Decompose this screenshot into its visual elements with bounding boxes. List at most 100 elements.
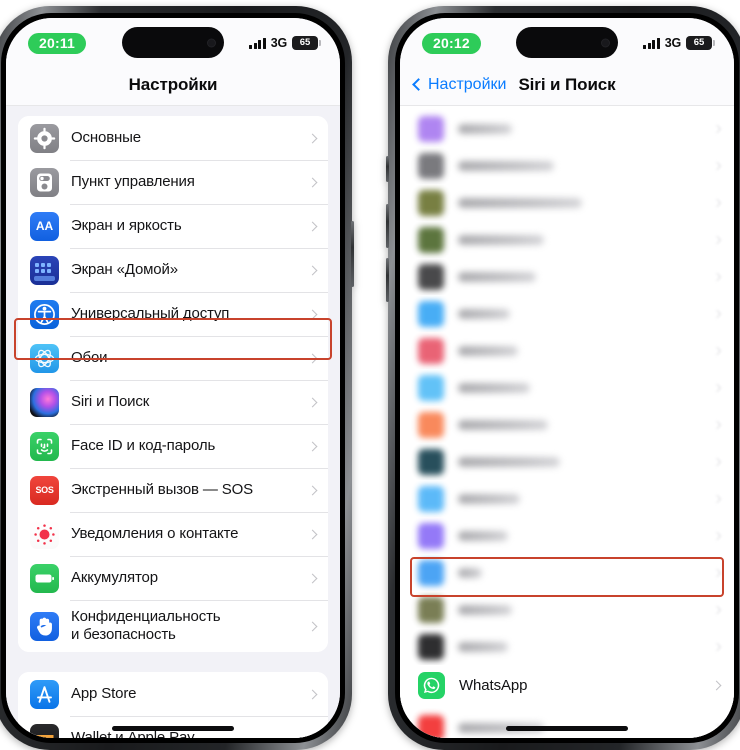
front-camera-icon: [207, 38, 216, 47]
settings-row-emergency-sos[interactable]: SOS Экстренный вызов — SOS: [18, 468, 328, 512]
settings-row-label: Экстренный вызов — SOS: [71, 480, 253, 498]
app-name-label: [458, 493, 520, 504]
mute-switch[interactable]: [386, 156, 389, 182]
network-type-label: 3G: [270, 36, 287, 50]
chevron-right-icon: [712, 383, 722, 392]
chevron-right-icon: [712, 494, 722, 503]
app-name-label: [458, 604, 512, 615]
settings-row-control-center[interactable]: Пункт управления: [18, 160, 328, 204]
chevron-right-icon: [711, 680, 722, 690]
app-store-icon: [30, 679, 59, 709]
siri-app-row[interactable]: [400, 147, 734, 184]
app-icon: [418, 633, 444, 660]
volume-down-button[interactable]: [386, 258, 389, 302]
siri-app-row[interactable]: [400, 591, 734, 628]
siri-app-row[interactable]: [400, 480, 734, 517]
siri-app-row[interactable]: [400, 221, 734, 258]
settings-row-label: Уведомления о контакте: [71, 524, 239, 542]
siri-icon: [30, 387, 59, 417]
chevron-right-icon: [307, 353, 318, 363]
nav-bar: Настройки Siri и Поиск: [400, 64, 734, 106]
settings-row-contact-notification[interactable]: Уведомления о контакте: [18, 512, 328, 556]
chevron-right-icon: [712, 420, 722, 429]
wallpaper-icon-glyph: [34, 349, 55, 367]
iphone-device-settings: 20:11 3G 65 Настройки Основные Пункт упр…: [0, 6, 354, 750]
status-time: 20:12: [422, 32, 481, 54]
signal-strength-icon: [643, 37, 660, 49]
siri-app-row[interactable]: [400, 110, 734, 147]
battery-icon: 65: [292, 36, 321, 50]
app-icon: [418, 448, 444, 475]
app-name-label: [458, 160, 554, 171]
settings-row-label: Основные: [71, 128, 141, 146]
volume-up-button[interactable]: [386, 204, 389, 248]
siri-app-row[interactable]: [400, 258, 734, 295]
dynamic-island[interactable]: [516, 27, 618, 58]
blurred-app-rows-top[interactable]: [400, 106, 734, 665]
chevron-right-icon: [712, 346, 722, 355]
accessibility-icon: [30, 299, 59, 329]
settings-row-label: Face ID и код-пароль: [71, 436, 216, 454]
settings-list[interactable]: Основные Пункт управления AA Экран и ярк…: [6, 106, 340, 738]
siri-app-row[interactable]: [400, 184, 734, 221]
chevron-right-icon: [307, 309, 318, 319]
siri-app-row[interactable]: [400, 517, 734, 554]
settings-row-siri-search[interactable]: Siri и Поиск: [18, 380, 328, 424]
siri-app-row[interactable]: [400, 332, 734, 369]
siri-app-row[interactable]: [400, 554, 734, 591]
wallet-icon-glyph: [35, 734, 54, 738]
app-icon: [418, 226, 444, 253]
face-id-icon: [30, 431, 59, 461]
siri-app-row[interactable]: [400, 709, 734, 738]
chevron-right-icon: [307, 733, 318, 738]
settings-row-app-store[interactable]: App Store: [18, 672, 328, 716]
settings-row-display-brightness[interactable]: AA Экран и яркость: [18, 204, 328, 248]
chevron-right-icon: [307, 265, 318, 275]
gear-icon: [30, 123, 59, 153]
home-indicator[interactable]: [112, 726, 234, 731]
chevron-right-icon: [307, 441, 318, 451]
siri-app-list[interactable]: WhatsApp: [400, 106, 734, 738]
home-screen-icon: [30, 255, 59, 285]
settings-group-system: Основные Пункт управления AA Экран и ярк…: [18, 116, 328, 652]
chevron-right-icon: [307, 397, 318, 407]
siri-app-row[interactable]: [400, 369, 734, 406]
siri-app-row[interactable]: [400, 406, 734, 443]
siri-app-row[interactable]: [400, 295, 734, 332]
chevron-right-icon: [712, 198, 722, 207]
face-id-icon-glyph: [36, 438, 53, 454]
iphone-device-siri-search: 20:12 3G 65 Настройки Siri и Поиск Whats…: [386, 6, 740, 750]
app-icon: [418, 263, 444, 290]
dynamic-island[interactable]: [122, 27, 224, 58]
back-button[interactable]: Настройки: [412, 76, 506, 94]
settings-row-accessibility[interactable]: Универсальный доступ: [18, 292, 328, 336]
settings-row-battery[interactable]: Аккумулятор: [18, 556, 328, 600]
app-icon: [418, 152, 444, 179]
page-title: Siri и Поиск: [518, 74, 616, 94]
settings-row-face-id[interactable]: Face ID и код-пароль: [18, 424, 328, 468]
siri-app-row-label: WhatsApp: [459, 676, 528, 694]
home-indicator[interactable]: [506, 726, 628, 731]
app-name-label: [458, 382, 530, 393]
siri-app-row[interactable]: [400, 443, 734, 480]
settings-row-home-screen[interactable]: Экран «Домой»: [18, 248, 328, 292]
chevron-right-icon: [712, 531, 722, 540]
chevron-right-icon: [307, 689, 318, 699]
siri-app-row-whatsapp[interactable]: WhatsApp: [400, 665, 734, 705]
contact-notification-icon: [30, 519, 59, 549]
blurred-app-rows-bottom[interactable]: [400, 705, 734, 738]
app-icon: [418, 559, 444, 586]
siri-app-row[interactable]: [400, 628, 734, 665]
chevron-right-icon: [712, 272, 722, 281]
app-icon: [418, 374, 444, 401]
status-time: 20:11: [28, 32, 87, 54]
settings-row-general[interactable]: Основные: [18, 116, 328, 160]
settings-row-label: Экран «Домой»: [71, 260, 178, 278]
power-button[interactable]: [351, 221, 354, 287]
settings-row-privacy-security[interactable]: Конфиденциальность и безопасность: [18, 600, 328, 652]
settings-row-wallpaper[interactable]: Обои: [18, 336, 328, 380]
chevron-right-icon: [307, 221, 318, 231]
battery-percent-label: 65: [299, 37, 311, 49]
app-icon: [418, 714, 444, 738]
chevron-right-icon: [712, 235, 722, 244]
